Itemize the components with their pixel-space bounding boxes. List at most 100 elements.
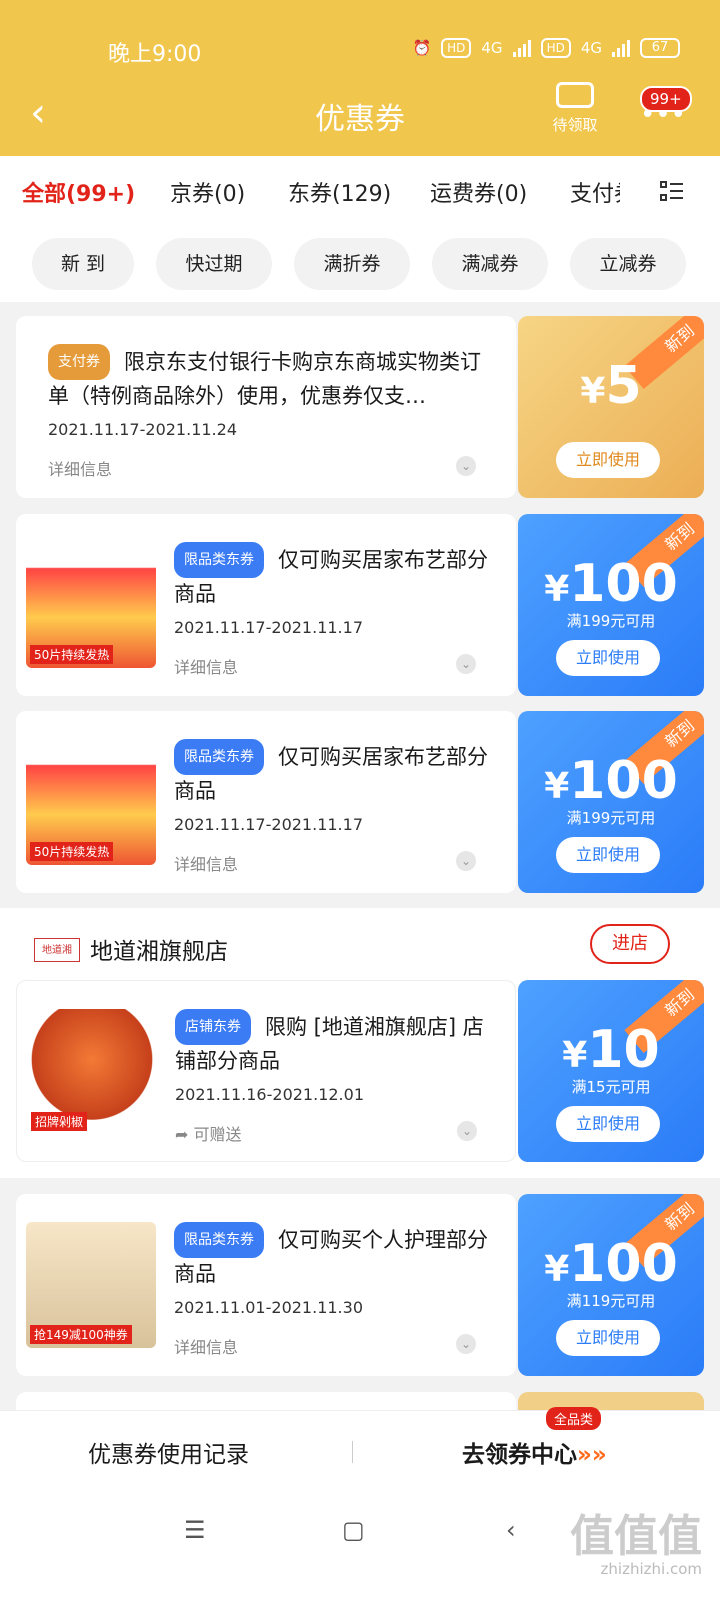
coupon-detail[interactable]: 详细信息 bbox=[174, 851, 238, 875]
product-image: 招牌剁椒 bbox=[27, 1009, 157, 1135]
coupon-date: 2021.11.01-2021.11.30 bbox=[174, 1298, 363, 1317]
amount-value: 100 bbox=[569, 1234, 678, 1294]
product-image: 50片持续发热 bbox=[26, 542, 156, 668]
coupon-date: 2021.11.17-2021.11.17 bbox=[174, 815, 363, 834]
chevron-down-icon[interactable]: ⌄ bbox=[456, 456, 476, 476]
home-icon[interactable]: ▢ bbox=[342, 1516, 365, 1544]
coupon-amount: ¥10 bbox=[518, 1020, 704, 1080]
enter-shop-button[interactable]: 进店 bbox=[590, 924, 670, 964]
coupon-card[interactable]: 抢149减100神券 限品类东券 仅可购买个人护理部分商品 2021.11.01-… bbox=[16, 1194, 704, 1376]
coupon-date: 2021.11.17-2021.11.17 bbox=[174, 618, 363, 637]
coupon-amount: ¥100 bbox=[518, 554, 704, 614]
shop-logo: 地道湘 bbox=[34, 938, 80, 962]
alarm-icon: ⏰ bbox=[412, 39, 432, 57]
use-now-button[interactable]: 立即使用 bbox=[556, 1320, 660, 1356]
product-sticker: 招牌剁椒 bbox=[31, 1112, 88, 1131]
coupon-desc: 店铺东券 限购 [地道湘旗舰店] 店铺部分商品 bbox=[175, 1009, 495, 1077]
chevron-down-icon[interactable]: ⌄ bbox=[457, 1121, 477, 1141]
usage-record-button[interactable]: 优惠券使用记录 bbox=[88, 1435, 249, 1469]
hd-badge-2: HD bbox=[540, 38, 571, 58]
ticket-icon bbox=[556, 82, 594, 108]
coupon-tag: 限品类东券 bbox=[174, 1222, 264, 1258]
coupon-detail[interactable]: 详细信息 bbox=[174, 654, 238, 678]
currency-symbol: ¥ bbox=[544, 569, 570, 610]
coupon-desc: 限品类东券 仅可购买个人护理部分商品 bbox=[174, 1222, 494, 1290]
coupon-center-button[interactable]: 去领券中心»» bbox=[462, 1435, 607, 1469]
battery-icon: 67 bbox=[640, 38, 680, 58]
list-menu-icon[interactable] bbox=[660, 180, 684, 204]
product-sticker: 50片持续发热 bbox=[30, 842, 114, 861]
tab-dong[interactable]: 东券(129) bbox=[288, 176, 391, 208]
chevron-down-icon[interactable]: ⌄ bbox=[456, 1334, 476, 1354]
watermark-logo: 值值值 bbox=[570, 1511, 702, 1562]
product-sticker: 50片持续发热 bbox=[30, 645, 114, 664]
coupon-detail[interactable]: 详细信息 bbox=[48, 456, 112, 480]
coupon-detail[interactable]: 详细信息 bbox=[174, 1334, 238, 1358]
gift-label: 可赠送 bbox=[193, 1125, 242, 1144]
coupon-tag: 支付券 bbox=[48, 344, 110, 380]
coupon-card[interactable]: 50片持续发热 限品类东券 仅可购买居家布艺部分商品 2021.11.17-202… bbox=[16, 711, 704, 893]
filter-discount[interactable]: 满折券 bbox=[294, 238, 410, 290]
coupon-tag: 店铺东券 bbox=[175, 1009, 251, 1045]
tab-payment[interactable]: 支付券 bbox=[570, 176, 620, 208]
coupon-info: 50片持续发热 限品类东券 仅可购买居家布艺部分商品 2021.11.17-202… bbox=[16, 514, 516, 696]
page-title: 优惠券 bbox=[315, 102, 405, 137]
coupon-amount: ¥5 bbox=[518, 356, 704, 416]
use-now-button[interactable]: 立即使用 bbox=[556, 1106, 660, 1142]
tab-all[interactable]: 全部(99+) bbox=[22, 176, 135, 208]
menu-icon[interactable]: ☰ bbox=[184, 1516, 206, 1544]
gift-button[interactable]: ➦ 可赠送 bbox=[175, 1121, 242, 1145]
coupon-amount: ¥100 bbox=[518, 751, 704, 811]
coupon-info: 支付券 限京东支付银行卡购京东商城实物类订单（特例商品除外）使用，优惠券仅支… 2… bbox=[16, 316, 516, 498]
all-category-badge: 全品类 bbox=[546, 1407, 602, 1430]
coupon-amount: ¥100 bbox=[518, 1234, 704, 1294]
message-badge: 99+ bbox=[640, 86, 692, 112]
coupon-date: 2021.11.16-2021.12.01 bbox=[175, 1085, 364, 1104]
coupon-desc-text: 限京东支付银行卡购京东商城实物类订单（特例商品除外）使用，优惠券仅支… bbox=[48, 350, 481, 408]
pending-label: 待领取 bbox=[552, 116, 598, 134]
use-now-button[interactable]: 立即使用 bbox=[556, 442, 660, 478]
coupon-tag: 限品类东券 bbox=[174, 542, 264, 578]
nav-row: ‹ 优惠券 待领取 ••• 99+ bbox=[0, 80, 720, 150]
coupon-tabs: 全部(99+) 京券(0) 东券(129) 运费券(0) 支付券 bbox=[0, 156, 720, 230]
filter-row: 新 到 快过期 满折券 满减券 立减券 bbox=[0, 230, 720, 302]
double-arrow-icon: »» bbox=[577, 1442, 607, 1468]
tab-jing[interactable]: 京券(0) bbox=[170, 176, 245, 208]
share-icon: ➦ bbox=[175, 1125, 194, 1144]
coupon-info: 50片持续发热 限品类东券 仅可购买居家布艺部分商品 2021.11.17-202… bbox=[16, 711, 516, 893]
header-bar: 晚上9:00 ⏰ HD 4G HD 4G 67 ‹ 优惠券 待领取 ••• 99… bbox=[0, 0, 720, 156]
coupon-center-label: 去领券中心 bbox=[462, 1442, 577, 1468]
amount-value: 100 bbox=[569, 751, 678, 811]
hd-badge: HD bbox=[441, 38, 472, 58]
coupon-condition: 满119元可用 bbox=[566, 1292, 656, 1310]
currency-symbol: ¥ bbox=[562, 1035, 588, 1076]
status-icons: ⏰ HD 4G HD 4G 67 bbox=[412, 38, 680, 58]
chevron-down-icon[interactable]: ⌄ bbox=[456, 851, 476, 871]
tab-shipping[interactable]: 运费券(0) bbox=[430, 176, 527, 208]
back-nav-icon[interactable]: ‹ bbox=[506, 1516, 516, 1544]
pending-button[interactable]: 待领取 bbox=[545, 82, 605, 135]
product-image: 抢149减100神券 bbox=[26, 1222, 156, 1348]
chevron-down-icon[interactable]: ⌄ bbox=[456, 654, 476, 674]
filter-instant[interactable]: 立减券 bbox=[570, 238, 686, 290]
coupon-card[interactable]: 支付券 限京东支付银行卡购京东商城实物类订单（特例商品除外）使用，优惠券仅支… 2… bbox=[16, 316, 704, 498]
coupon-card[interactable]: 招牌剁椒 店铺东券 限购 [地道湘旗舰店] 店铺部分商品 2021.11.16-2… bbox=[16, 980, 704, 1162]
shop-name[interactable]: 地道湘旗舰店 bbox=[90, 932, 228, 966]
use-now-button[interactable]: 立即使用 bbox=[556, 837, 660, 873]
coupon-card[interactable]: 50片持续发热 限品类东券 仅可购买居家布艺部分商品 2021.11.17-202… bbox=[16, 514, 704, 696]
watermark-url: zhizhizhi.com bbox=[600, 1560, 702, 1578]
use-now-button[interactable]: 立即使用 bbox=[556, 640, 660, 676]
signal-icon bbox=[512, 39, 531, 57]
coupon-tag: 限品类东券 bbox=[174, 739, 264, 775]
coupon-info: 招牌剁椒 店铺东券 限购 [地道湘旗舰店] 店铺部分商品 2021.11.16-2… bbox=[16, 980, 516, 1162]
coupon-value-panel: 新到 ¥100 满199元可用 立即使用 bbox=[518, 711, 704, 893]
coupon-condition: 满199元可用 bbox=[566, 612, 656, 630]
filter-expiring[interactable]: 快过期 bbox=[156, 238, 272, 290]
coupon-value-panel: 新到 ¥100 满199元可用 立即使用 bbox=[518, 514, 704, 696]
network-type: 4G bbox=[481, 39, 503, 57]
filter-full-reduction[interactable]: 满减券 bbox=[432, 238, 548, 290]
network-type-2: 4G bbox=[580, 39, 602, 57]
status-time: 晚上9:00 bbox=[108, 42, 202, 67]
filter-new[interactable]: 新 到 bbox=[32, 238, 134, 290]
coupon-info: 抢149减100神券 限品类东券 仅可购买个人护理部分商品 2021.11.01-… bbox=[16, 1194, 516, 1376]
